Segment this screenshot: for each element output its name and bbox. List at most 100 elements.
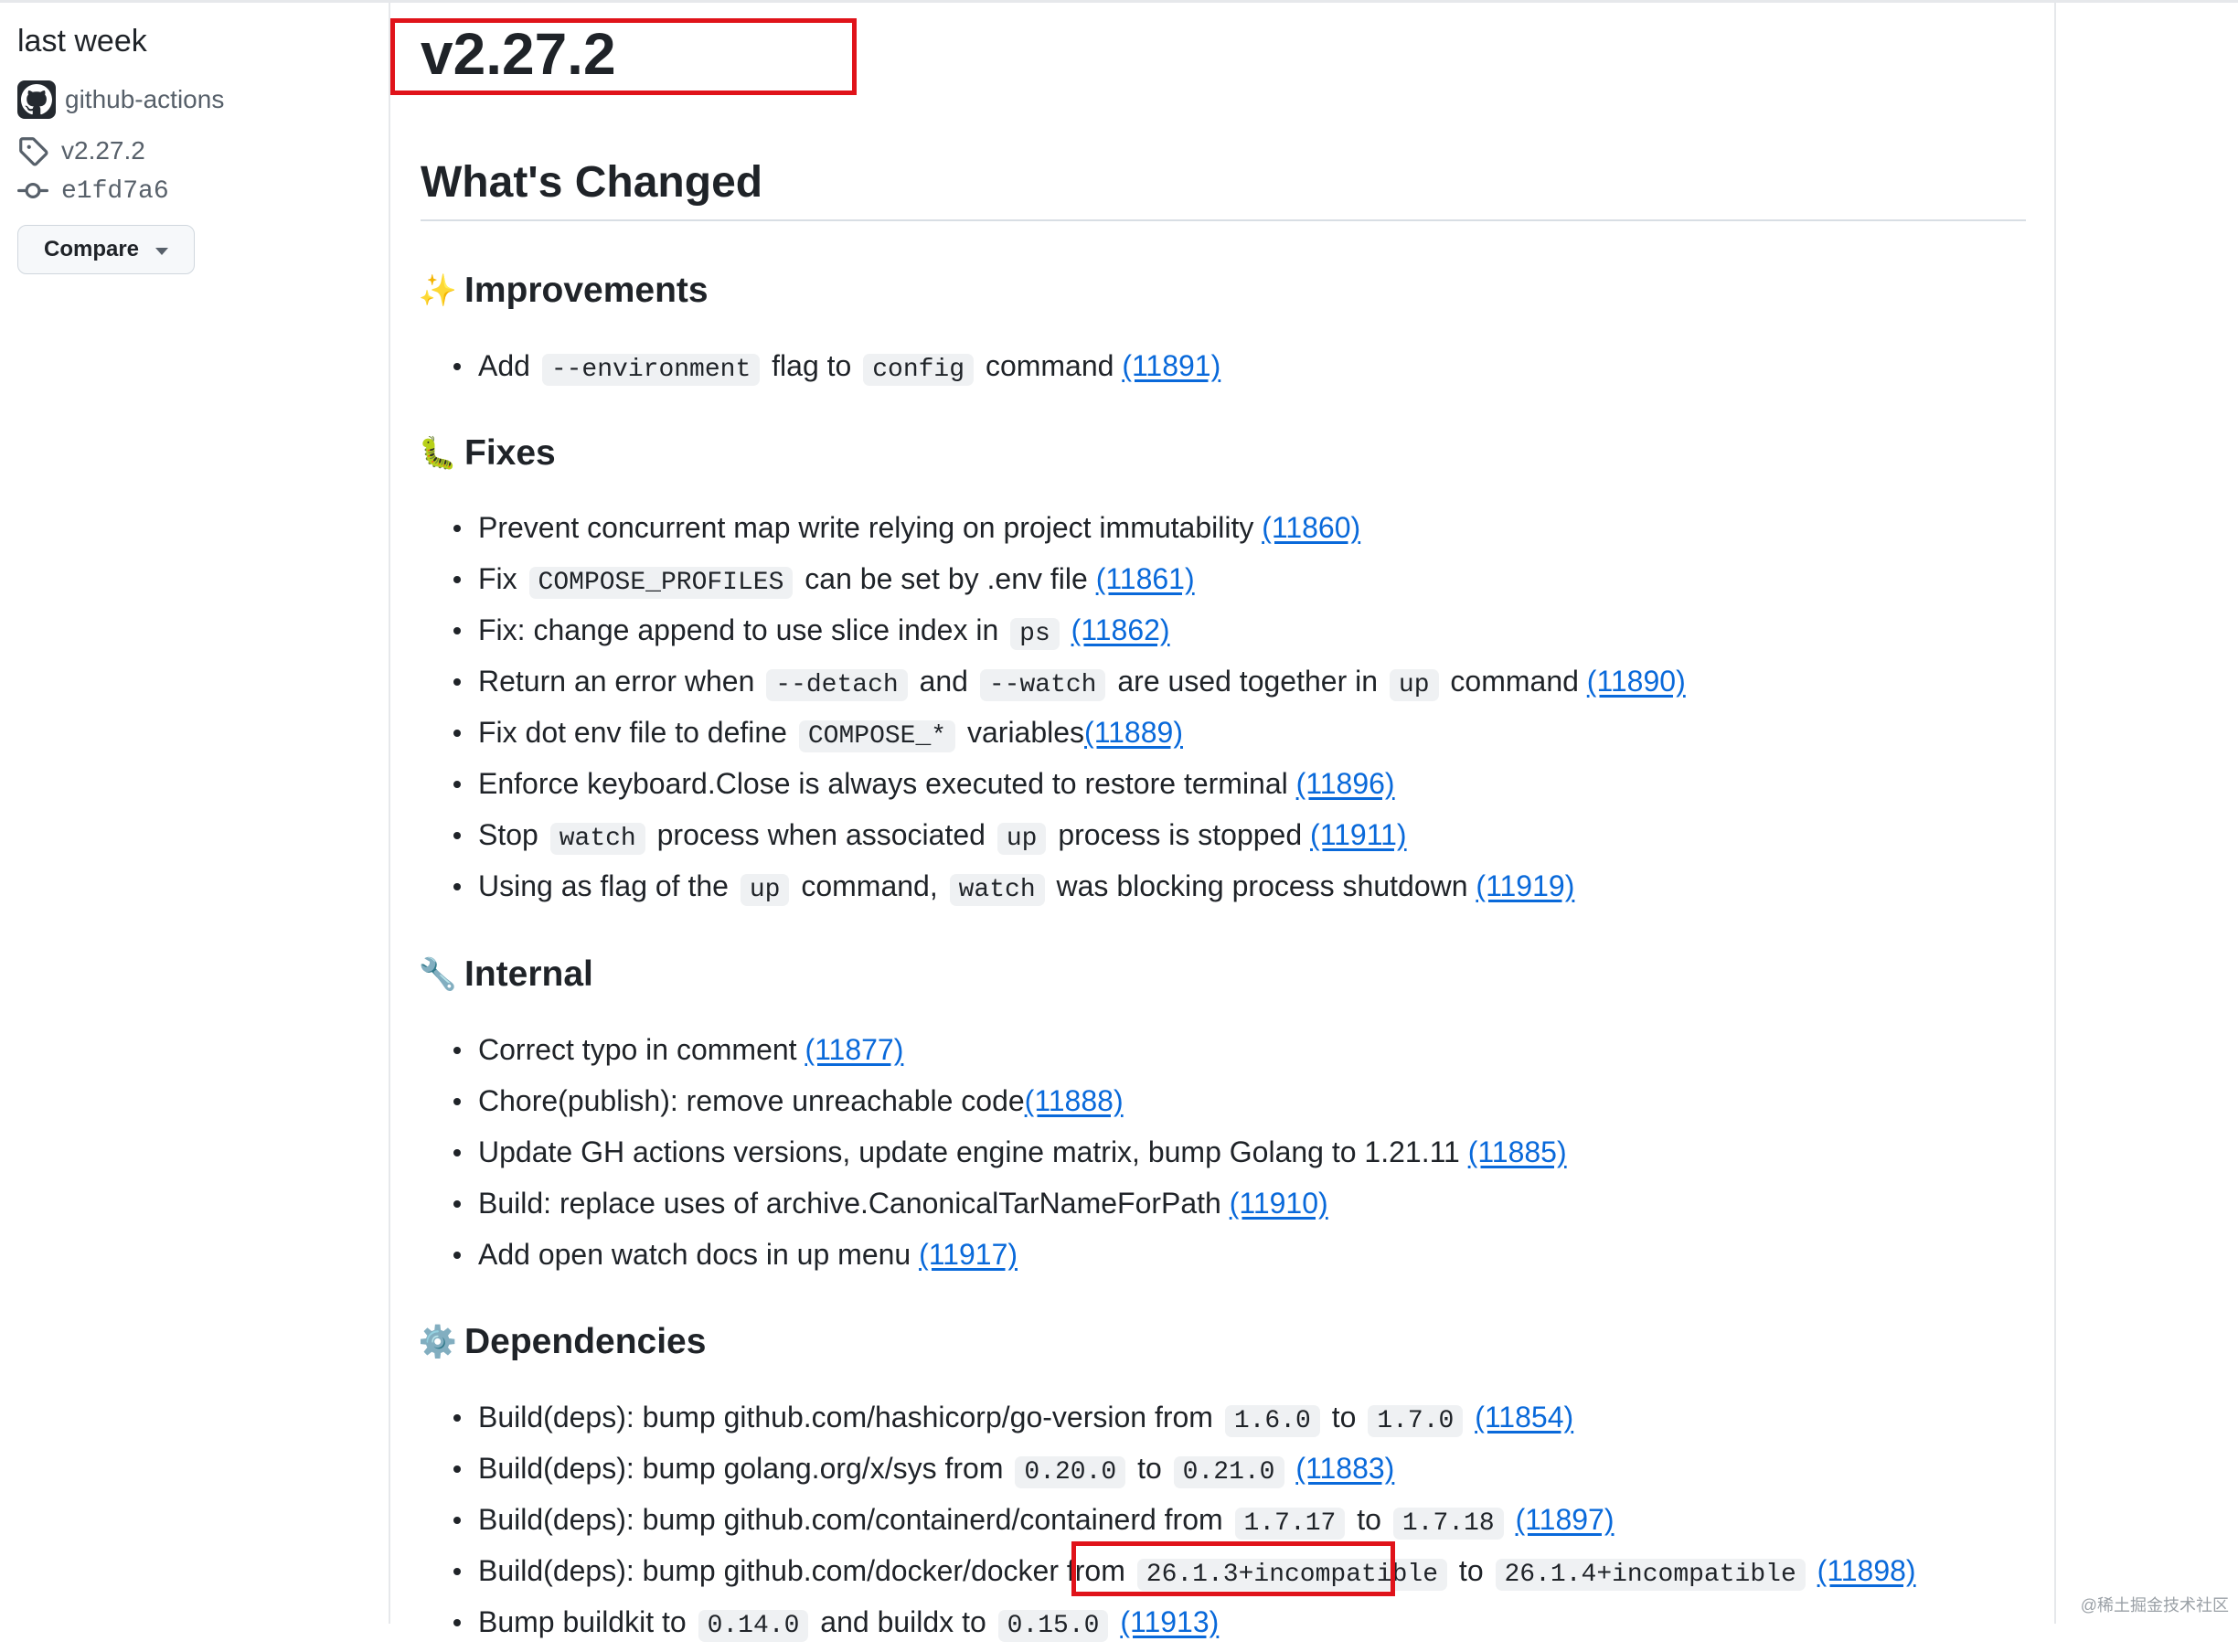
author-name[interactable]: github-actions: [65, 85, 224, 114]
pull-request-link[interactable]: (11917): [919, 1238, 1018, 1271]
release-tag[interactable]: v2.27.2: [17, 135, 145, 166]
heading-rule: [421, 219, 2026, 221]
inline-code: 1.7.17: [1234, 1508, 1346, 1540]
item-text: flag to: [763, 349, 860, 382]
fixes-heading: 🐛 Fixes: [418, 433, 556, 473]
item-text: Return an error when: [478, 665, 763, 698]
item-text: variables: [959, 716, 1085, 749]
commit-icon: [17, 182, 48, 198]
item-text: Build(deps): bump github.com/hashicorp/g…: [478, 1401, 1221, 1434]
item-text: Stop: [478, 818, 547, 851]
sparkles-icon: ✨: [418, 273, 458, 308]
compare-button[interactable]: Compare: [17, 225, 195, 274]
item-text: process is stopped: [1050, 818, 1311, 851]
watermark: @稀土掘金技术社区: [2080, 1596, 2229, 1615]
inline-code: 0.20.0: [1015, 1456, 1126, 1488]
commit-sha[interactable]: e1fd7a6: [61, 177, 169, 206]
tag-label[interactable]: v2.27.2: [61, 136, 145, 165]
change-item: Build(deps): bump github.com/hashicorp/g…: [421, 1391, 1916, 1443]
internal-list: Correct typo in comment (11877) Chore(pub…: [421, 1024, 1567, 1280]
change-item: Using as flag of the up command, watch w…: [421, 860, 1686, 911]
bug-icon: 🐛: [418, 436, 458, 471]
change-item: Prevent concurrent map write relying on …: [421, 502, 1686, 553]
chevron-down-icon: [155, 248, 169, 255]
fixes-list: Prevent concurrent map write relying on …: [421, 502, 1686, 911]
internal-heading: 🔧 Internal: [418, 954, 593, 994]
pull-request-link[interactable]: (11897): [1516, 1503, 1615, 1536]
title-highlight-box: [390, 18, 857, 95]
inline-code: 0.15.0: [997, 1610, 1109, 1642]
change-item: Chore(publish): remove unreachable code(…: [421, 1075, 1567, 1126]
item-text: to: [1348, 1503, 1390, 1536]
item-text: Fix dot env file to define: [478, 716, 795, 749]
item-text: Update GH actions versions, update engin…: [478, 1135, 1468, 1168]
compare-label: Compare: [43, 237, 140, 261]
pull-request-link[interactable]: (11911): [1310, 818, 1407, 851]
item-text: can be set by .env file: [796, 562, 1096, 595]
pull-request-link[interactable]: (11889): [1084, 716, 1183, 749]
release-sidebar: last week github-actions v2.27.2 e1fd7a6…: [0, 0, 389, 1624]
change-item: Fix dot env file to define COMPOSE_* var…: [421, 707, 1686, 758]
inline-code: --detach: [766, 669, 908, 701]
item-text: Chore(publish): remove unreachable code: [478, 1084, 1025, 1117]
inline-code: 26.1.4+incompatible: [1495, 1559, 1806, 1591]
release-date: last week: [17, 24, 147, 59]
item-text: Fix: change append to use slice index in: [478, 613, 1007, 646]
inline-code: up: [1389, 669, 1439, 701]
pull-request-link[interactable]: (11888): [1025, 1084, 1124, 1117]
whats-changed-heading: What's Changed: [421, 158, 763, 207]
inline-code: COMPOSE_PROFILES: [528, 567, 794, 599]
item-text: to: [1323, 1401, 1365, 1434]
dependencies-list: Build(deps): bump github.com/hashicorp/g…: [421, 1391, 1916, 1647]
change-item: Fix: change append to use slice index in…: [421, 604, 1686, 655]
change-item: Build(deps): bump github.com/containerd/…: [421, 1494, 1916, 1545]
dependencies-heading: ⚙️ Dependencies: [418, 1322, 707, 1361]
pull-request-link[interactable]: (11890): [1587, 665, 1686, 698]
pull-request-link[interactable]: (11898): [1817, 1554, 1916, 1587]
item-text: command,: [793, 869, 946, 902]
item-text: Build(deps): bump github.com/containerd/…: [478, 1503, 1231, 1536]
item-text: Add open watch docs in up menu: [478, 1238, 920, 1271]
pull-request-link[interactable]: (11885): [1468, 1135, 1567, 1168]
inline-code: 1.7.0: [1368, 1405, 1464, 1437]
inline-code: 1.6.0: [1224, 1405, 1320, 1437]
item-text: Build: replace uses of archive.Canonical…: [478, 1187, 1230, 1220]
tag-icon: [19, 137, 48, 166]
release-commit[interactable]: e1fd7a6: [17, 176, 169, 207]
pull-request-link[interactable]: (11883): [1295, 1452, 1394, 1485]
item-text: [1063, 613, 1071, 646]
docker-version-highlight-box: [1071, 1541, 1395, 1596]
release-author[interactable]: github-actions: [17, 80, 224, 119]
item-text: [1508, 1503, 1516, 1536]
inline-code: --watch: [979, 669, 1106, 701]
inline-code: 1.7.18: [1392, 1508, 1504, 1540]
pull-request-link[interactable]: (11896): [1296, 767, 1395, 800]
pull-request-link[interactable]: (11860): [1262, 511, 1360, 544]
improvements-heading: ✨ Improvements: [418, 271, 709, 310]
item-text: Prevent concurrent map write relying on …: [478, 511, 1263, 544]
inline-code: watch: [549, 823, 645, 855]
improvements-list: Add --environment flag to config command…: [421, 340, 1220, 391]
pull-request-link[interactable]: (11910): [1230, 1187, 1328, 1220]
item-text: Build(deps): bump golang.org/x/sys from: [478, 1452, 1012, 1485]
pull-request-link[interactable]: (11919): [1476, 869, 1574, 902]
item-text: Using as flag of the: [478, 869, 737, 902]
item-text: Correct typo in comment: [478, 1033, 805, 1066]
inline-code: 0.14.0: [698, 1610, 809, 1642]
item-text: command: [977, 349, 1123, 382]
inline-code: COMPOSE_*: [798, 720, 956, 752]
pull-request-link[interactable]: (11862): [1071, 613, 1170, 646]
pull-request-link[interactable]: (11861): [1096, 562, 1195, 595]
pull-request-link[interactable]: (11891): [1122, 349, 1220, 382]
inline-code: --environment: [541, 354, 761, 386]
pull-request-link[interactable]: (11913): [1120, 1605, 1219, 1638]
inline-code: ps: [1010, 618, 1060, 650]
item-text: command: [1442, 665, 1587, 698]
github-avatar-icon: [17, 80, 56, 119]
item-text: Build(deps): bump github.com/docker/dock…: [478, 1554, 1134, 1587]
item-text: are used together in: [1109, 665, 1386, 698]
content-right-border: [2054, 0, 2056, 1624]
change-item: Return an error when --detach and --watc…: [421, 655, 1686, 707]
pull-request-link[interactable]: (11854): [1475, 1401, 1573, 1434]
pull-request-link[interactable]: (11877): [805, 1033, 903, 1066]
